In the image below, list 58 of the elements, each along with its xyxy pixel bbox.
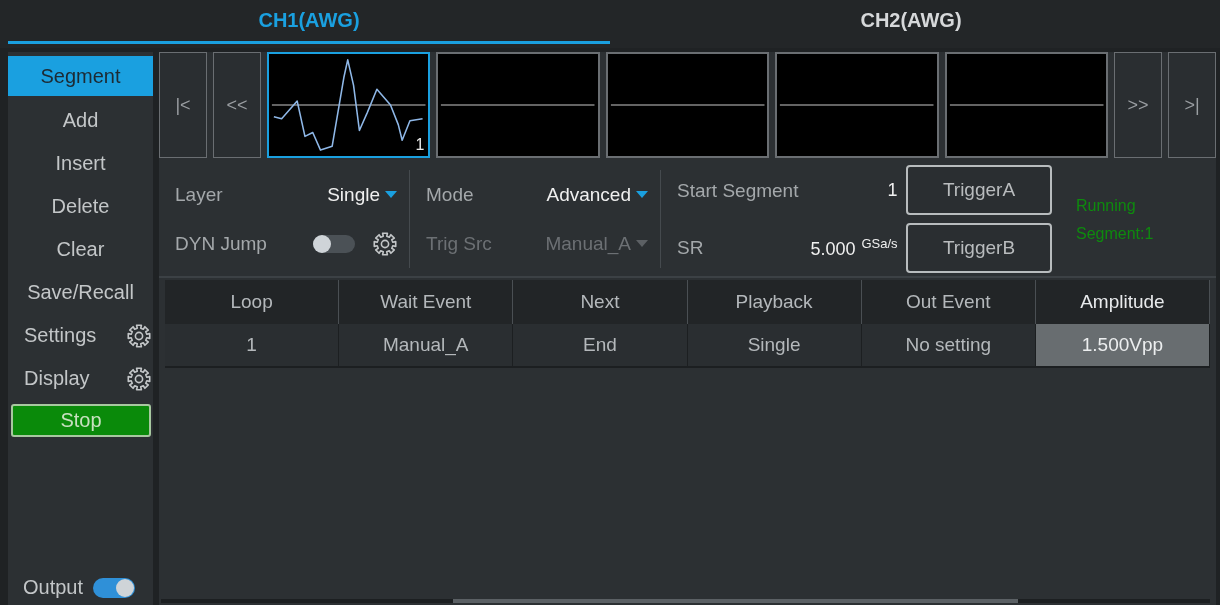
dropdown[interactable]: Single [327, 183, 397, 206]
trigger-button[interactable]: TriggerB [906, 223, 1052, 273]
menu-item[interactable]: Save/Recall [8, 271, 153, 314]
toggle-switch[interactable] [93, 577, 136, 598]
nav-button[interactable]: |< [159, 52, 207, 158]
table-cell[interactable]: No setting [861, 324, 1036, 368]
menu-item[interactable]: Segment [8, 56, 153, 96]
column-header[interactable]: Next [513, 280, 688, 324]
menu-item[interactable]: Delete [8, 185, 153, 228]
settings-icon[interactable] [373, 231, 397, 256]
nav-button[interactable]: >| [1168, 52, 1217, 158]
menu-item[interactable]: Add [8, 99, 153, 142]
menu-item[interactable]: Insert [8, 142, 153, 185]
scrollbar[interactable] [161, 599, 1210, 603]
column-header[interactable]: Wait Event [339, 280, 514, 324]
column-header[interactable]: Out Event [861, 280, 1036, 324]
table-cell[interactable]: Manual_A [339, 324, 514, 368]
field-label: Mode [426, 183, 475, 206]
caret-icon [636, 240, 648, 247]
menu-item[interactable]: Clear [8, 228, 153, 271]
table-cell[interactable]: End [513, 324, 688, 368]
table-cell[interactable]: 1 [165, 324, 340, 368]
segment-thumbnail[interactable] [944, 52, 1109, 158]
field-value[interactable]: 1 [887, 180, 898, 201]
dropdown[interactable]: Advanced [546, 183, 648, 206]
menu-item[interactable]: Display [8, 357, 153, 400]
channel-tab[interactable]: CH2(AWG) [610, 0, 1212, 44]
segment-thumbnail[interactable] [436, 52, 600, 158]
toggle-switch[interactable] [313, 234, 355, 253]
segment-number: 1 [415, 136, 425, 154]
table-cell[interactable]: 1.500Vpp [1035, 324, 1210, 368]
field-value[interactable]: 5.000 $^{GSa/s}$ [810, 235, 898, 260]
caret-icon [636, 191, 648, 198]
column-header[interactable]: Amplitude [1035, 280, 1210, 324]
menu-item[interactable]: Settings [8, 314, 153, 357]
field-label: Trig Src [426, 232, 492, 255]
channel-tab[interactable]: CH1(AWG) [8, 0, 610, 44]
settings-icon[interactable] [127, 366, 151, 391]
field-label: Layer [175, 183, 224, 206]
column-header[interactable]: Loop [165, 280, 340, 324]
segment-thumbnail[interactable] [605, 52, 770, 158]
unit-label: GSa/s [861, 235, 898, 251]
settings-icon[interactable] [127, 323, 151, 348]
segment-thumbnail[interactable]: 1 [267, 52, 431, 158]
column-header[interactable]: Playback [687, 280, 862, 324]
trigger-button[interactable]: TriggerA [906, 165, 1052, 215]
caret-icon [385, 191, 397, 198]
field-label: DYN Jump [175, 232, 267, 255]
status-text: Running Segment:1 [1076, 196, 1155, 244]
dropdown: Manual_A [545, 232, 648, 255]
field-label: SR [677, 236, 705, 259]
output-label: Output [23, 576, 84, 599]
nav-button[interactable]: << [213, 52, 261, 158]
table-cell[interactable]: Single [687, 324, 862, 368]
nav-button[interactable]: >> [1114, 52, 1163, 158]
field-label: Start Segment [677, 179, 799, 202]
scrollbar-thumb[interactable] [453, 599, 1018, 603]
segment-thumbnail[interactable] [775, 52, 939, 158]
